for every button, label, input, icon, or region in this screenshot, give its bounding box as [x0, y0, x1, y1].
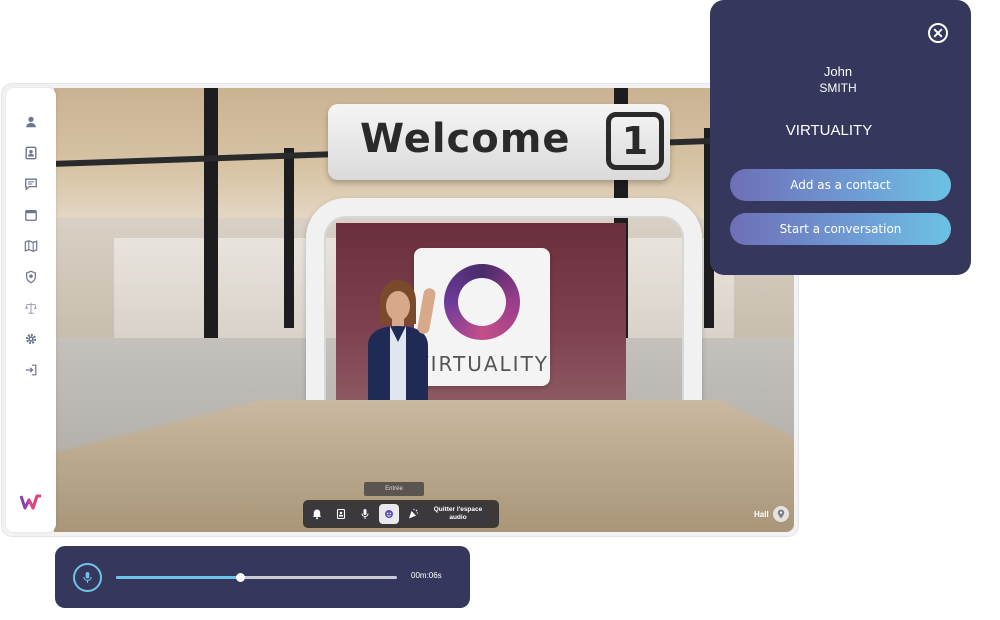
welcome-sign-number: 1: [606, 112, 664, 170]
sidebar-item-agenda[interactable]: [23, 207, 39, 223]
welcome-sign: Welcome 1: [328, 104, 670, 180]
bell-icon: [313, 509, 321, 520]
audio-progress-fill: [116, 576, 240, 579]
location-indicator[interactable]: Hall: [754, 506, 789, 522]
contact-last-name: SMITH: [819, 81, 857, 95]
sidebar-item-contacts[interactable]: [23, 145, 39, 161]
contact-first-name: John: [823, 64, 853, 79]
location-label: Hall: [754, 509, 769, 519]
audio-progress-thumb[interactable]: [235, 573, 245, 582]
directory-button[interactable]: [331, 504, 351, 524]
location-pin-icon: [772, 506, 789, 522]
sidebar-item-logout[interactable]: [23, 362, 39, 378]
chat-icon: [25, 178, 37, 191]
calendar-icon: [25, 209, 37, 221]
sidebar-item-legal[interactable]: [23, 300, 39, 316]
audio-elapsed-time: 00m:06s: [411, 571, 442, 580]
sidebar: [6, 88, 56, 532]
add-contact-button[interactable]: Add as a contact: [730, 169, 951, 201]
audio-player: 00m:06s: [55, 546, 470, 608]
party-icon: [409, 508, 418, 519]
stage: VIRTUALITY Welcome 1 Entrée Quitter l'es…: [0, 0, 1000, 620]
microphone-icon: [83, 572, 92, 583]
phonebook-icon: [336, 508, 346, 520]
logout-icon: [25, 364, 37, 376]
app-window: VIRTUALITY Welcome 1 Entrée Quitter l'es…: [2, 84, 798, 536]
sidebar-item-chat[interactable]: [23, 176, 39, 192]
support-icon: [385, 510, 393, 518]
close-icon[interactable]: [927, 22, 949, 44]
microphone-icon: [361, 509, 369, 519]
welcome-sign-text: Welcome: [360, 116, 571, 162]
audio-mic-button[interactable]: [73, 563, 102, 592]
contact-card: John SMITH VIRTUALITY Add as a contact S…: [710, 0, 971, 275]
sidebar-item-map[interactable]: [23, 238, 39, 254]
sidebar-item-badge[interactable]: [23, 269, 39, 285]
map-icon: [24, 240, 38, 252]
user-icon: [26, 116, 36, 128]
hall-pillar: [284, 148, 294, 328]
avatar-host[interactable]: [358, 274, 438, 404]
gear-icon: [25, 333, 37, 345]
leave-audio-label-line1: Quitter l'espace: [433, 506, 483, 513]
booth-label: Entrée: [364, 482, 424, 496]
brand-ring-logo: [444, 264, 520, 340]
audio-progress-track[interactable]: [116, 573, 397, 582]
start-conversation-button[interactable]: Start a conversation: [730, 213, 951, 245]
hall-pillar: [204, 88, 218, 338]
scene-toolbar: Quitter l'espace audio: [303, 500, 499, 528]
brand-logo: [19, 494, 41, 510]
sidebar-item-profile[interactable]: [23, 114, 39, 130]
leave-audio-space-button[interactable]: Quitter l'espace audio: [427, 504, 489, 524]
contact-company: VIRTUALITY: [785, 122, 873, 139]
virtual-scene[interactable]: VIRTUALITY Welcome 1 Entrée Quitter l'es…: [54, 88, 794, 532]
support-button[interactable]: [379, 504, 399, 524]
sidebar-item-settings[interactable]: [23, 331, 39, 347]
scales-icon: [25, 302, 37, 314]
microphone-button[interactable]: [355, 504, 375, 524]
contact-card-icon: [25, 146, 37, 160]
leave-audio-label-line2: audio: [449, 514, 467, 521]
notifications-button[interactable]: [307, 504, 327, 524]
reactions-button[interactable]: [403, 504, 423, 524]
badge-icon: [26, 270, 36, 284]
